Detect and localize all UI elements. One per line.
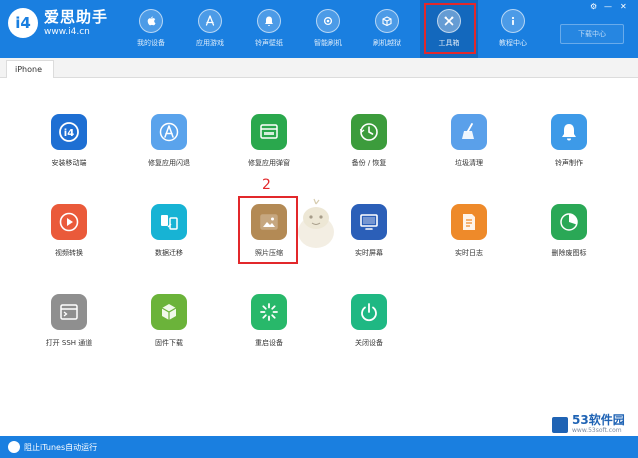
settings-icon[interactable]: ⚙	[590, 2, 597, 11]
nav-apps-games[interactable]: 应用游戏	[181, 0, 239, 58]
nav-label: 我的设备	[137, 39, 165, 47]
tool-label: 实时屏幕	[355, 249, 383, 257]
power-icon	[351, 294, 387, 330]
tool-video-convert[interactable]: 视频转换	[24, 204, 114, 266]
nav-tutorials[interactable]: 教程中心	[484, 0, 542, 58]
nav-label: 智能刷机	[314, 39, 342, 47]
tool-ringtone-maker[interactable]: 铃声制作	[524, 114, 614, 176]
tool-backup-restore[interactable]: 备份 / 恢复	[324, 114, 414, 176]
tool-fix-app-crash[interactable]: 修复应用闪退	[124, 114, 214, 176]
tool-shutdown-device[interactable]: 关闭设备	[324, 294, 414, 356]
backup-clock-icon	[351, 114, 387, 150]
pie-icon	[551, 204, 587, 240]
close-icon[interactable]: ✕	[620, 2, 627, 11]
tool-label: 修复应用弹窗	[248, 159, 290, 167]
tool-label: 重启设备	[255, 339, 283, 347]
nav-label: 教程中心	[499, 39, 527, 47]
flash-icon	[316, 9, 340, 33]
status-bar: 阻止iTunes自动运行	[0, 436, 638, 458]
tool-install-mobile[interactable]: i4 安装移动端	[24, 114, 114, 176]
nav-jailbreak[interactable]: 刷机越狱	[358, 0, 416, 58]
tool-open-ssh[interactable]: 打开 SSH 通道	[24, 294, 114, 356]
svg-text:i4: i4	[64, 128, 74, 139]
tool-data-migration[interactable]: 数据迁移	[124, 204, 214, 266]
mascot-icon	[298, 198, 334, 248]
annotation-box-photo-compress	[238, 196, 298, 264]
nav-label: 铃声壁纸	[255, 39, 283, 47]
tool-label: 垃圾清理	[455, 159, 483, 167]
tool-label: 视频转换	[55, 249, 83, 257]
app-title: 爱思助手	[44, 8, 109, 26]
logo-badge: i4	[8, 8, 38, 38]
box-icon	[375, 9, 399, 33]
terminal-icon	[51, 294, 87, 330]
tool-restart-device[interactable]: 重启设备	[224, 294, 314, 356]
bell-icon	[257, 9, 281, 33]
i4-icon: i4	[51, 114, 87, 150]
tool-label: 修复应用闪退	[148, 159, 190, 167]
document-icon	[451, 204, 487, 240]
watermark-logo-icon	[552, 416, 568, 433]
video-icon	[51, 204, 87, 240]
tool-label: 关闭设备	[355, 339, 383, 347]
nav-ringtones[interactable]: 铃声壁纸	[240, 0, 298, 58]
app-store-icon	[198, 9, 222, 33]
status-itunes-toggle[interactable]: 阻止iTunes自动运行	[24, 442, 97, 453]
tool-delete-icons[interactable]: 删除废图标	[524, 204, 614, 266]
bell-icon	[551, 114, 587, 150]
window-icon	[251, 114, 287, 150]
broom-icon	[451, 114, 487, 150]
tool-label: 安装移动端	[51, 159, 87, 167]
tool-label: 备份 / 恢复	[351, 159, 387, 167]
apple-icon	[139, 9, 163, 33]
watermark: 53软件园 www.53soft.com	[552, 414, 625, 435]
tool-label: 删除废图标	[551, 249, 587, 257]
nav-my-device[interactable]: 我的设备	[122, 0, 180, 58]
info-icon	[501, 9, 525, 33]
monitor-icon	[351, 204, 387, 240]
watermark-title: 53软件园	[572, 413, 625, 427]
annotation-number-2: 2	[262, 177, 271, 193]
migrate-icon	[151, 204, 187, 240]
tool-fix-app-popup[interactable]: 修复应用弹窗	[224, 114, 314, 176]
cube-icon	[151, 294, 187, 330]
tool-label: 固件下载	[155, 339, 183, 347]
minimize-icon[interactable]: —	[604, 2, 612, 11]
annotation-box-toolbox	[424, 3, 476, 54]
top-bar: i4 爱思助手 www.i4.cn 我的设备 应用游戏 铃声壁纸 智能刷机 刷机…	[0, 0, 638, 58]
download-center-button[interactable]: 下载中心	[560, 24, 624, 44]
app-repair-icon	[151, 114, 187, 150]
nav-label: 应用游戏	[196, 39, 224, 47]
tool-label: 打开 SSH 通道	[45, 339, 93, 347]
nav-label: 刷机越狱	[373, 39, 401, 47]
tool-label: 实时日志	[455, 249, 483, 257]
restart-icon	[251, 294, 287, 330]
watermark-url: www.53soft.com	[572, 427, 622, 434]
tool-label: 铃声制作	[555, 159, 583, 167]
device-tab-bar: iPhone	[0, 58, 638, 78]
itunes-status-icon[interactable]	[8, 441, 20, 453]
app-url: www.i4.cn	[44, 27, 90, 37]
tool-firmware-download[interactable]: 固件下载	[124, 294, 214, 356]
tool-junk-cleanup[interactable]: 垃圾清理	[424, 114, 514, 176]
tab-iphone[interactable]: iPhone	[6, 60, 54, 78]
tool-label: 数据迁移	[155, 249, 183, 257]
tool-live-log[interactable]: 实时日志	[424, 204, 514, 266]
nav-smart-flash[interactable]: 智能刷机	[299, 0, 357, 58]
app-logo: i4 爱思助手 www.i4.cn	[8, 8, 108, 38]
